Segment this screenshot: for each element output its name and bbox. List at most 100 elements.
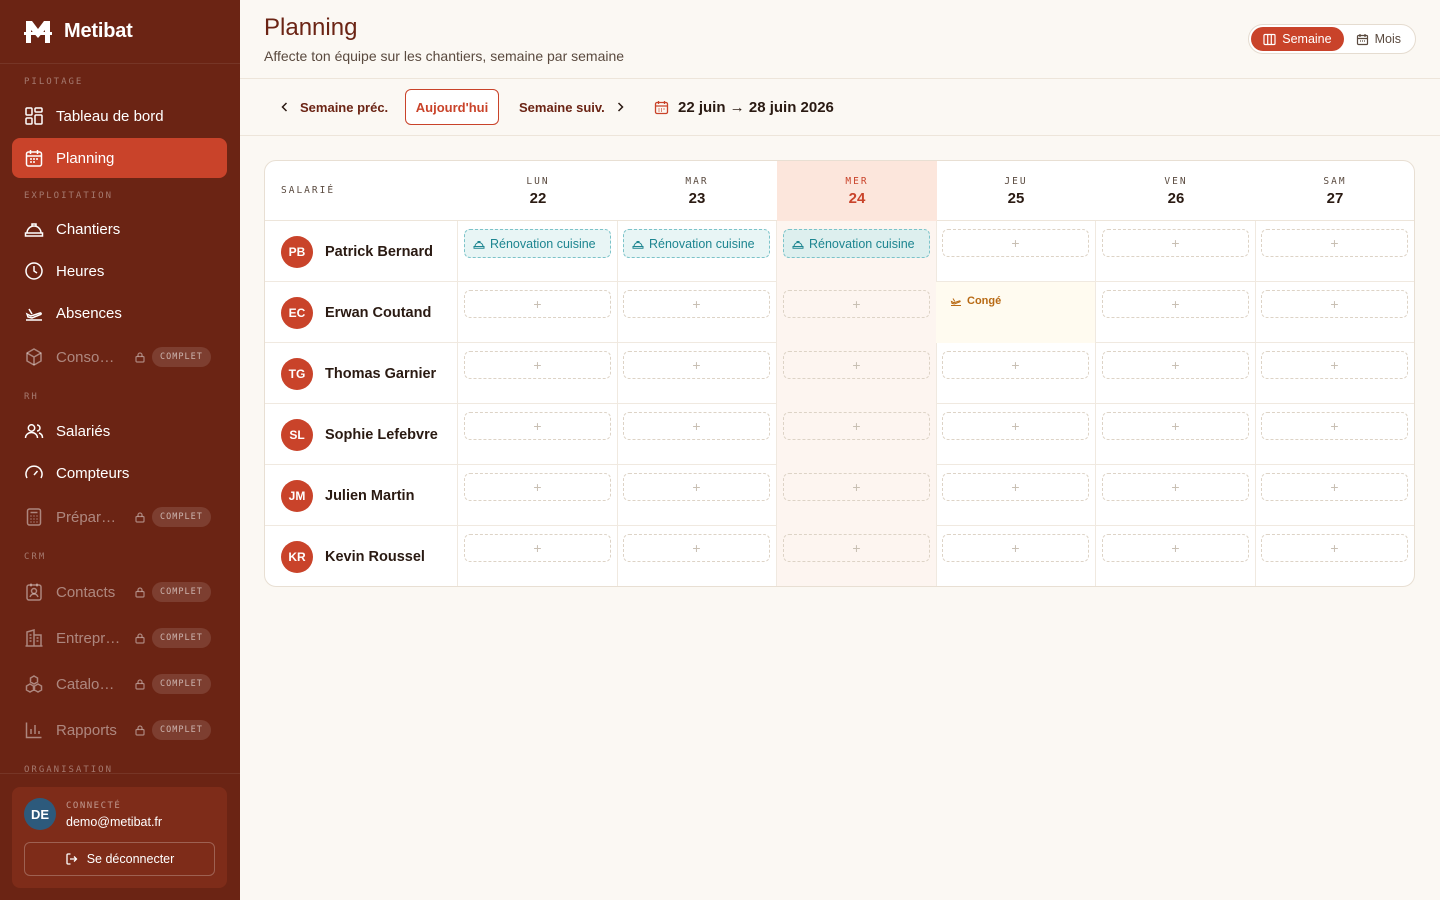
add-assignment-button[interactable]: + — [942, 473, 1089, 501]
sidebar-item-salaries[interactable]: Salariés — [12, 411, 227, 451]
boxes-icon — [24, 674, 44, 694]
main-content: Planning Affecte ton équipe sur les chan… — [240, 0, 1440, 900]
brand[interactable]: Metibat — [0, 0, 240, 64]
add-assignment-button[interactable]: + — [1102, 412, 1249, 440]
avatar: TG — [281, 357, 313, 390]
logout-button[interactable]: Se déconnecter — [24, 842, 215, 876]
add-assignment-button[interactable]: + — [623, 412, 770, 440]
add-assignment-button[interactable]: + — [464, 290, 611, 318]
assignment-chip[interactable]: Rénovation cuisine — [623, 229, 770, 258]
page-subtitle: Affecte ton équipe sur les chantiers, se… — [264, 48, 625, 64]
add-assignment-button[interactable]: + — [942, 229, 1089, 257]
add-assignment-button[interactable]: + — [1102, 229, 1249, 257]
sidebar-item-catalogue[interactable]: Catalogue COMPLET — [12, 664, 227, 704]
view-week-button[interactable]: Semaine — [1251, 27, 1344, 51]
employee-name: Thomas Garnier — [325, 365, 437, 382]
day-slot: + — [1096, 526, 1256, 586]
sidebar-item-entreprises[interactable]: Entreprises COMPLET — [12, 618, 227, 658]
day-slot: + — [617, 282, 777, 343]
day-slot: + — [1096, 404, 1256, 465]
absence-chip[interactable]: Congé — [950, 295, 1001, 307]
day-number: 24 — [848, 190, 866, 207]
add-assignment-button[interactable]: + — [1102, 534, 1249, 562]
sidebar-item-consommables[interactable]: Consommables COMPLET — [12, 337, 227, 377]
add-assignment-button[interactable]: + — [783, 290, 930, 318]
sidebar-item-label: Absences — [56, 304, 122, 322]
add-assignment-button[interactable]: + — [942, 351, 1089, 379]
add-assignment-button[interactable]: + — [623, 473, 770, 501]
sidebar-item-compteurs[interactable]: Compteurs — [12, 453, 227, 493]
sidebar-item-rapports[interactable]: Rapports COMPLET — [12, 710, 227, 750]
avatar: PB — [281, 235, 313, 268]
view-week-label: Semaine — [1282, 32, 1332, 46]
day-slot: + — [458, 526, 618, 586]
add-assignment-button[interactable]: + — [942, 534, 1089, 562]
today-button[interactable]: Aujourd'hui — [405, 89, 499, 125]
locked-badge: COMPLET — [152, 628, 211, 648]
sidebar-item-dashboard[interactable]: Tableau de bord — [12, 96, 227, 136]
add-assignment-button[interactable]: + — [783, 351, 930, 379]
table-row: SL Sophie Lefebvre + + + + + + — [265, 404, 1414, 465]
add-assignment-button[interactable]: + — [1261, 290, 1408, 318]
add-assignment-button[interactable]: + — [1261, 351, 1408, 379]
hard-hat-icon — [792, 240, 804, 249]
assignment-chip[interactable]: Rénovation cuisine — [464, 229, 611, 258]
next-week-button[interactable]: Semaine suiv. — [519, 89, 627, 125]
assignment-chip[interactable]: Rénovation cuisine — [783, 229, 930, 258]
prev-week-button[interactable]: Semaine préc. — [278, 89, 388, 125]
add-assignment-button[interactable]: + — [1261, 473, 1408, 501]
day-number: 27 — [1326, 190, 1344, 207]
add-assignment-button[interactable]: + — [623, 351, 770, 379]
sidebar-item-label: Entreprises — [56, 629, 122, 647]
employee-name: Julien Martin — [325, 487, 415, 504]
sidebar-item-chantiers[interactable]: Chantiers — [12, 209, 227, 249]
planning-grid: SALARIÉ LUN 22 MAR 23 MER 24 JEU 25 VEN … — [264, 160, 1415, 587]
sidebar-item-contacts[interactable]: Contacts COMPLET — [12, 572, 227, 612]
view-month-button[interactable]: Mois — [1344, 27, 1413, 51]
logout-icon — [66, 853, 78, 865]
sidebar-item-absences[interactable]: Absences — [12, 293, 227, 333]
add-assignment-button[interactable]: + — [1261, 412, 1408, 440]
locked-badge: COMPLET — [152, 507, 211, 527]
locked-badge: COMPLET — [152, 347, 211, 367]
users-icon — [24, 421, 44, 441]
day-slot: + — [1096, 465, 1256, 526]
day-slot: Congé — [936, 282, 1096, 343]
day-number: 25 — [1007, 190, 1025, 207]
lock-icon — [135, 587, 145, 598]
assignment-label: Rénovation cuisine — [809, 236, 915, 251]
add-assignment-button[interactable]: + — [623, 534, 770, 562]
add-assignment-button[interactable]: + — [1102, 351, 1249, 379]
employee-name: Kevin Roussel — [325, 548, 425, 565]
add-assignment-button[interactable]: + — [942, 412, 1089, 440]
day-name: LUN — [526, 176, 550, 187]
add-assignment-button[interactable]: + — [464, 412, 611, 440]
chevron-right-icon — [617, 102, 624, 112]
contact-card-icon — [24, 582, 44, 602]
add-assignment-button[interactable]: + — [464, 351, 611, 379]
add-assignment-button[interactable]: + — [783, 473, 930, 501]
add-assignment-button[interactable]: + — [464, 534, 611, 562]
add-assignment-button[interactable]: + — [1261, 534, 1408, 562]
brand-name: Metibat — [64, 20, 133, 42]
day-slot: + — [1255, 465, 1414, 526]
day-header: JEU 25 — [936, 161, 1096, 221]
sidebar-item-planning[interactable]: Planning — [12, 138, 227, 178]
section-crm: CRM — [24, 552, 47, 562]
sidebar-item-label: Compteurs — [56, 464, 130, 482]
hard-hat-icon — [632, 240, 644, 249]
day-slot: + — [458, 404, 618, 465]
sidebar-item-heures[interactable]: Heures — [12, 251, 227, 291]
add-assignment-button[interactable]: + — [623, 290, 770, 318]
add-assignment-button[interactable]: + — [464, 473, 611, 501]
week-navigation: Semaine préc. Aujourd'hui Semaine suiv. … — [240, 79, 1440, 136]
add-assignment-button[interactable]: + — [1261, 229, 1408, 257]
sidebar-item-label: Tableau de bord — [56, 107, 164, 125]
add-assignment-button[interactable]: + — [1102, 473, 1249, 501]
day-slot: + — [458, 343, 618, 404]
sidebar-item-preparation[interactable]: Préparation de paie COMPLET — [12, 497, 227, 537]
locked-badge: COMPLET — [152, 674, 211, 694]
add-assignment-button[interactable]: + — [783, 534, 930, 562]
add-assignment-button[interactable]: + — [1102, 290, 1249, 318]
add-assignment-button[interactable]: + — [783, 412, 930, 440]
